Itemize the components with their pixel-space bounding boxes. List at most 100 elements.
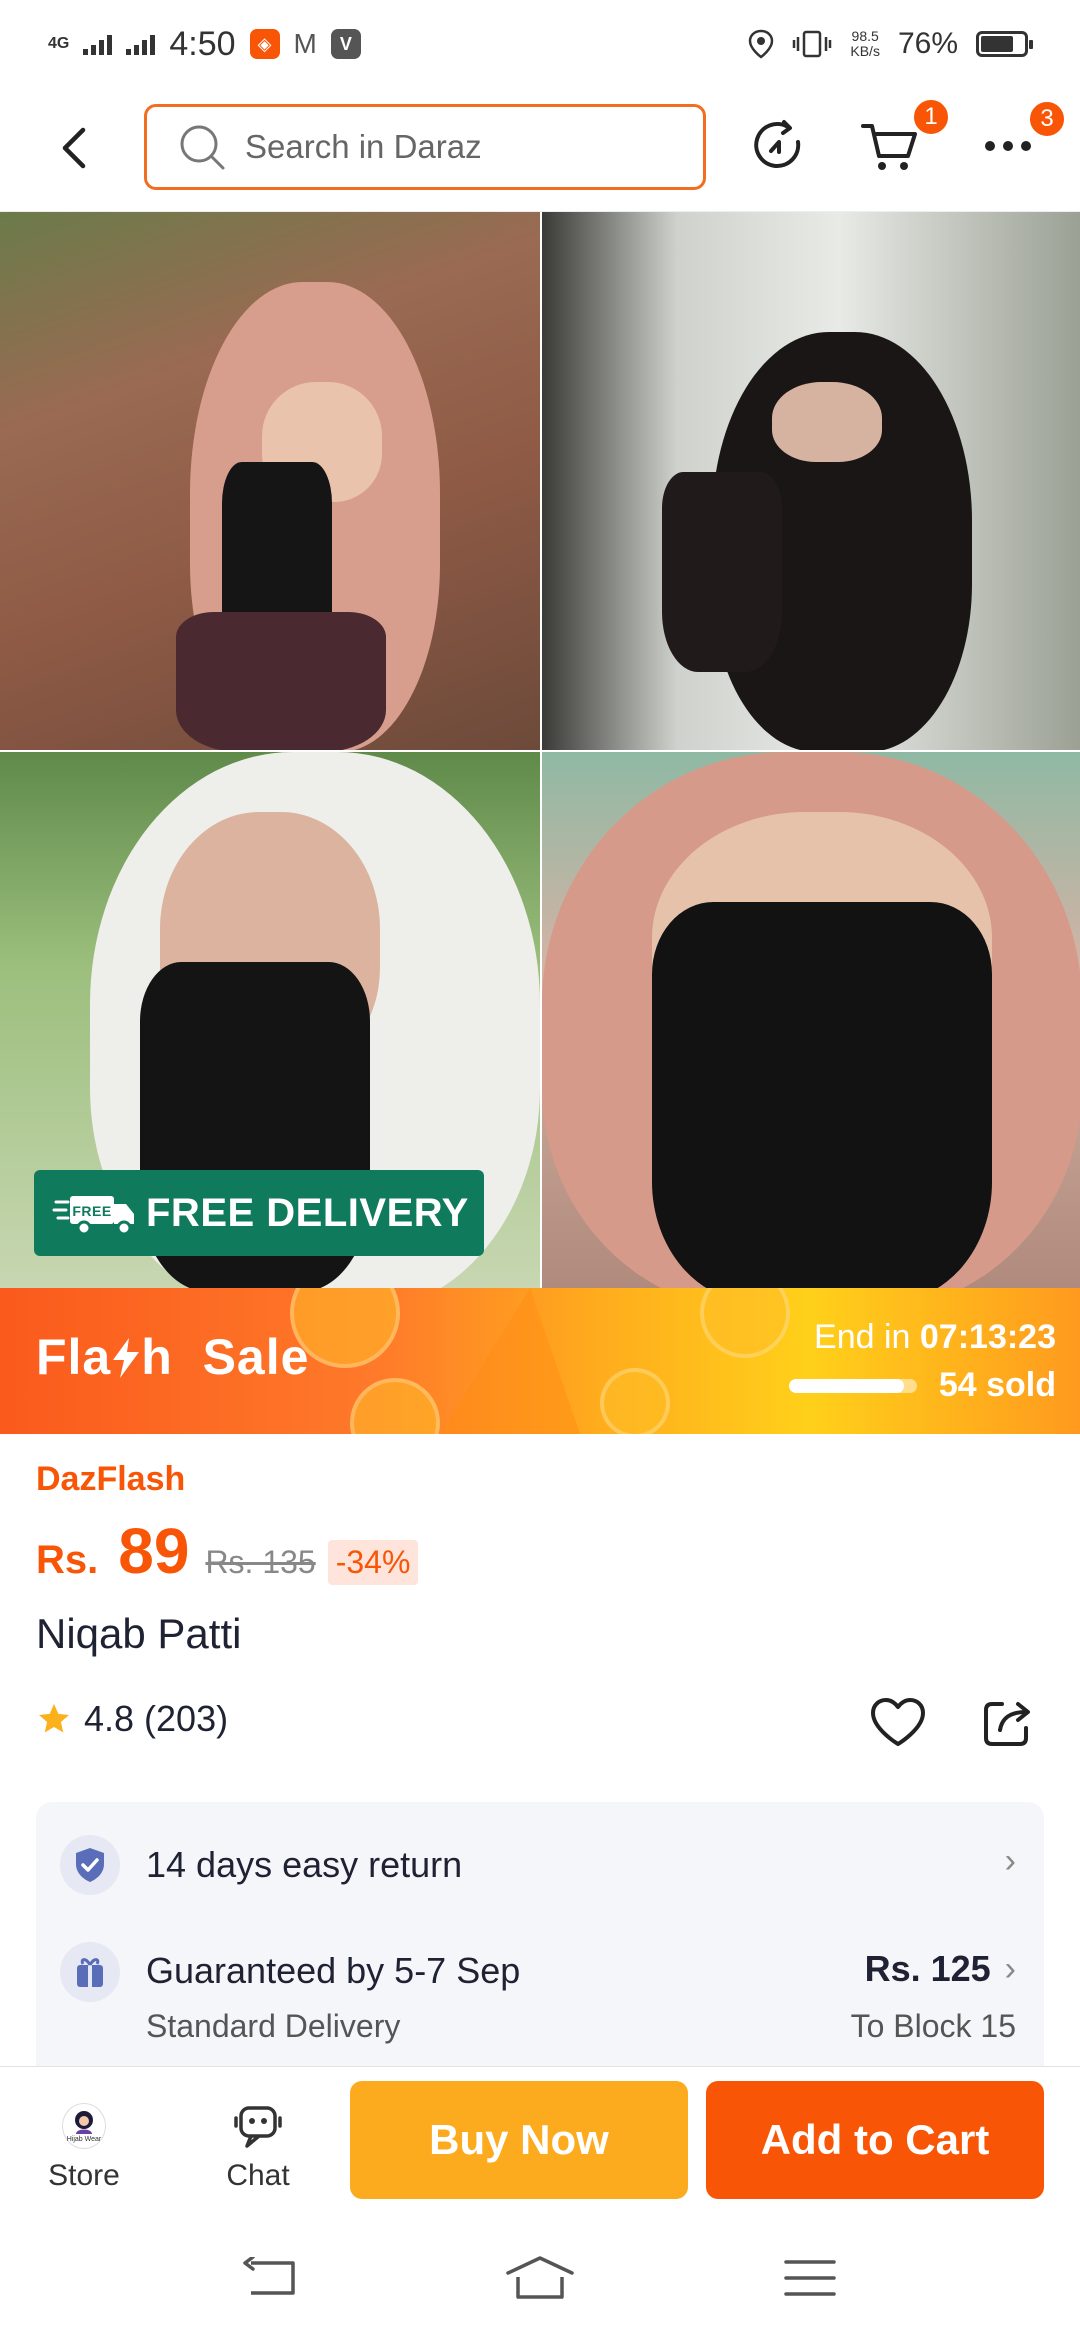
top-header: 1 3	[0, 88, 1080, 212]
battery-icon	[976, 31, 1033, 57]
flash-sale-title: Fla h Sale	[36, 1329, 310, 1385]
coin-decoration	[600, 1368, 670, 1434]
more-button[interactable]: 3	[976, 100, 1066, 178]
discount-badge: -34%	[327, 1540, 419, 1585]
countdown-timer: 07:13:23	[919, 1318, 1056, 1356]
store-button[interactable]: Hijab Wear Store	[24, 2101, 144, 2193]
vidmate-icon: V	[330, 29, 361, 59]
delivery-price: Rs. 125	[864, 1948, 991, 1989]
free-delivery-text: FREE DELIVERY	[146, 1190, 469, 1235]
lightning-bolt-decoration	[440, 1288, 580, 1434]
nav-back-button[interactable]	[230, 2250, 310, 2306]
nav-back-icon	[243, 2257, 295, 2295]
return-chevron: ›	[1005, 1842, 1016, 1881]
search-bar[interactable]	[144, 104, 706, 190]
status-bar: 4G 4:50 ◈ M V 98.5 KB/s 76%	[0, 0, 1080, 88]
flash-sale-banner[interactable]: Fla h Sale End in 07:13:23 54 sold	[0, 1288, 1080, 1434]
dazflash-label: DazFlash	[36, 1460, 186, 1498]
sold-count: 54 sold	[938, 1366, 1056, 1404]
share-button[interactable]	[976, 1690, 1040, 1754]
chat-bot-icon	[234, 2106, 282, 2148]
product-title: Niqab Patti	[36, 1610, 242, 1657]
price-currency: Rs.	[36, 1538, 99, 1582]
truck-label: FREE	[72, 1203, 111, 1219]
service-card: 14 days easy return › Guaranteed by 5-7 …	[36, 1802, 1044, 2092]
delivery-row[interactable]: Guaranteed by 5-7 Sep Standard Delivery …	[36, 1942, 1044, 2072]
store-logo-text: Hijab Wear	[66, 2135, 102, 2143]
product-photo-2	[542, 212, 1080, 750]
price-row: Rs. 89 Rs. 135 -34%	[36, 1514, 419, 1588]
more-dots-icon	[985, 141, 1031, 151]
battery-fill	[981, 36, 1013, 52]
chevron-right-icon: ›	[1004, 1842, 1016, 1880]
return-icon-wrap	[60, 1835, 120, 1895]
star-icon	[39, 1704, 69, 1733]
history-button[interactable]	[746, 114, 810, 178]
gift-box-icon	[77, 1958, 103, 1987]
status-time: 4:50	[169, 24, 236, 63]
search-icon	[180, 125, 225, 170]
delivery-sub: Standard Delivery	[146, 2008, 401, 2044]
chat-button[interactable]: Chat	[198, 2101, 318, 2193]
signal-icon-2	[126, 33, 156, 55]
signal-icon	[83, 33, 113, 55]
cart-badge: 1	[912, 98, 950, 136]
share-icon	[984, 1702, 1030, 1746]
back-arrow-icon	[62, 127, 86, 169]
coin-decoration	[700, 1288, 790, 1358]
cart-icon	[861, 124, 917, 170]
return-policy-row[interactable]: 14 days easy return ›	[36, 1830, 1044, 1900]
store-logo: Hijab Wear	[62, 2103, 106, 2149]
store-label: Store	[48, 2159, 120, 2192]
battery-percent: 76%	[897, 27, 958, 60]
heart-icon	[871, 1698, 925, 1746]
location-icon	[749, 29, 774, 59]
product-image-gallery[interactable]	[0, 212, 1080, 1290]
delivery-price-wrap: Rs. 125 ›	[865, 1948, 1016, 1990]
price-amount: 89	[118, 1515, 190, 1587]
rating-text: 4.8 (203)	[84, 1698, 229, 1739]
system-nav-bar	[0, 2214, 1080, 2340]
gmail-icon: M	[293, 28, 317, 59]
store-logo-figure-icon	[75, 2110, 93, 2134]
nav-menu-button[interactable]	[770, 2250, 850, 2306]
nav-menu-icon	[784, 2260, 836, 2296]
bottom-action-bar: Hijab Wear Store Chat Buy Now Add to Car…	[0, 2066, 1080, 2214]
product-photo-1	[0, 212, 540, 750]
shield-check-icon	[76, 1848, 104, 1882]
more-badge: 3	[1028, 100, 1066, 138]
store-logo-wrap: Hijab Wear	[24, 2101, 144, 2151]
cart-button[interactable]: 1	[858, 98, 950, 178]
flash-countdown: End in 07:13:23	[814, 1318, 1056, 1356]
network-type: 4G	[48, 35, 70, 52]
back-button[interactable]	[46, 120, 102, 176]
chat-icon-wrap	[198, 2101, 318, 2151]
delivery-icon-wrap	[60, 1942, 120, 2002]
daraz-app-icon: ◈	[249, 29, 280, 59]
delivery-location: To Block 15	[850, 2008, 1016, 2044]
flash-bolt-icon	[113, 1338, 140, 1378]
delivery-text: Guaranteed by 5-7 Sep	[146, 1950, 521, 1991]
add-to-cart-button[interactable]: Add to Cart	[706, 2081, 1044, 2199]
refresh-history-icon	[754, 120, 801, 168]
product-photo-4	[542, 752, 1080, 1290]
status-right: 98.5 KB/s 76%	[748, 20, 1033, 68]
sold-progress-fill	[788, 1378, 905, 1393]
status-left: 4G 4:50 ◈ M V	[48, 20, 361, 68]
chevron-right-icon: ›	[1004, 1949, 1016, 1988]
sold-row: 54 sold	[788, 1366, 1056, 1405]
nav-home-button[interactable]	[500, 2250, 580, 2306]
return-text: 14 days easy return	[146, 1844, 463, 1885]
nav-home-icon	[506, 2256, 574, 2299]
delivery-truck-icon: FREE	[52, 1196, 134, 1236]
network-speed: 98.5 KB/s	[850, 28, 880, 59]
rating-summary[interactable]: 4.8 (203)	[36, 1698, 228, 1740]
chat-label: Chat	[226, 2159, 290, 2192]
sold-progress-bar	[788, 1378, 917, 1393]
buy-now-button[interactable]: Buy Now	[350, 2081, 688, 2199]
original-price: Rs. 135	[205, 1544, 316, 1580]
search-input[interactable]	[245, 128, 665, 166]
wishlist-button[interactable]	[866, 1690, 930, 1754]
vibrate-icon	[793, 30, 832, 58]
free-delivery-badge: FREE FREE DELIVERY	[34, 1170, 484, 1256]
